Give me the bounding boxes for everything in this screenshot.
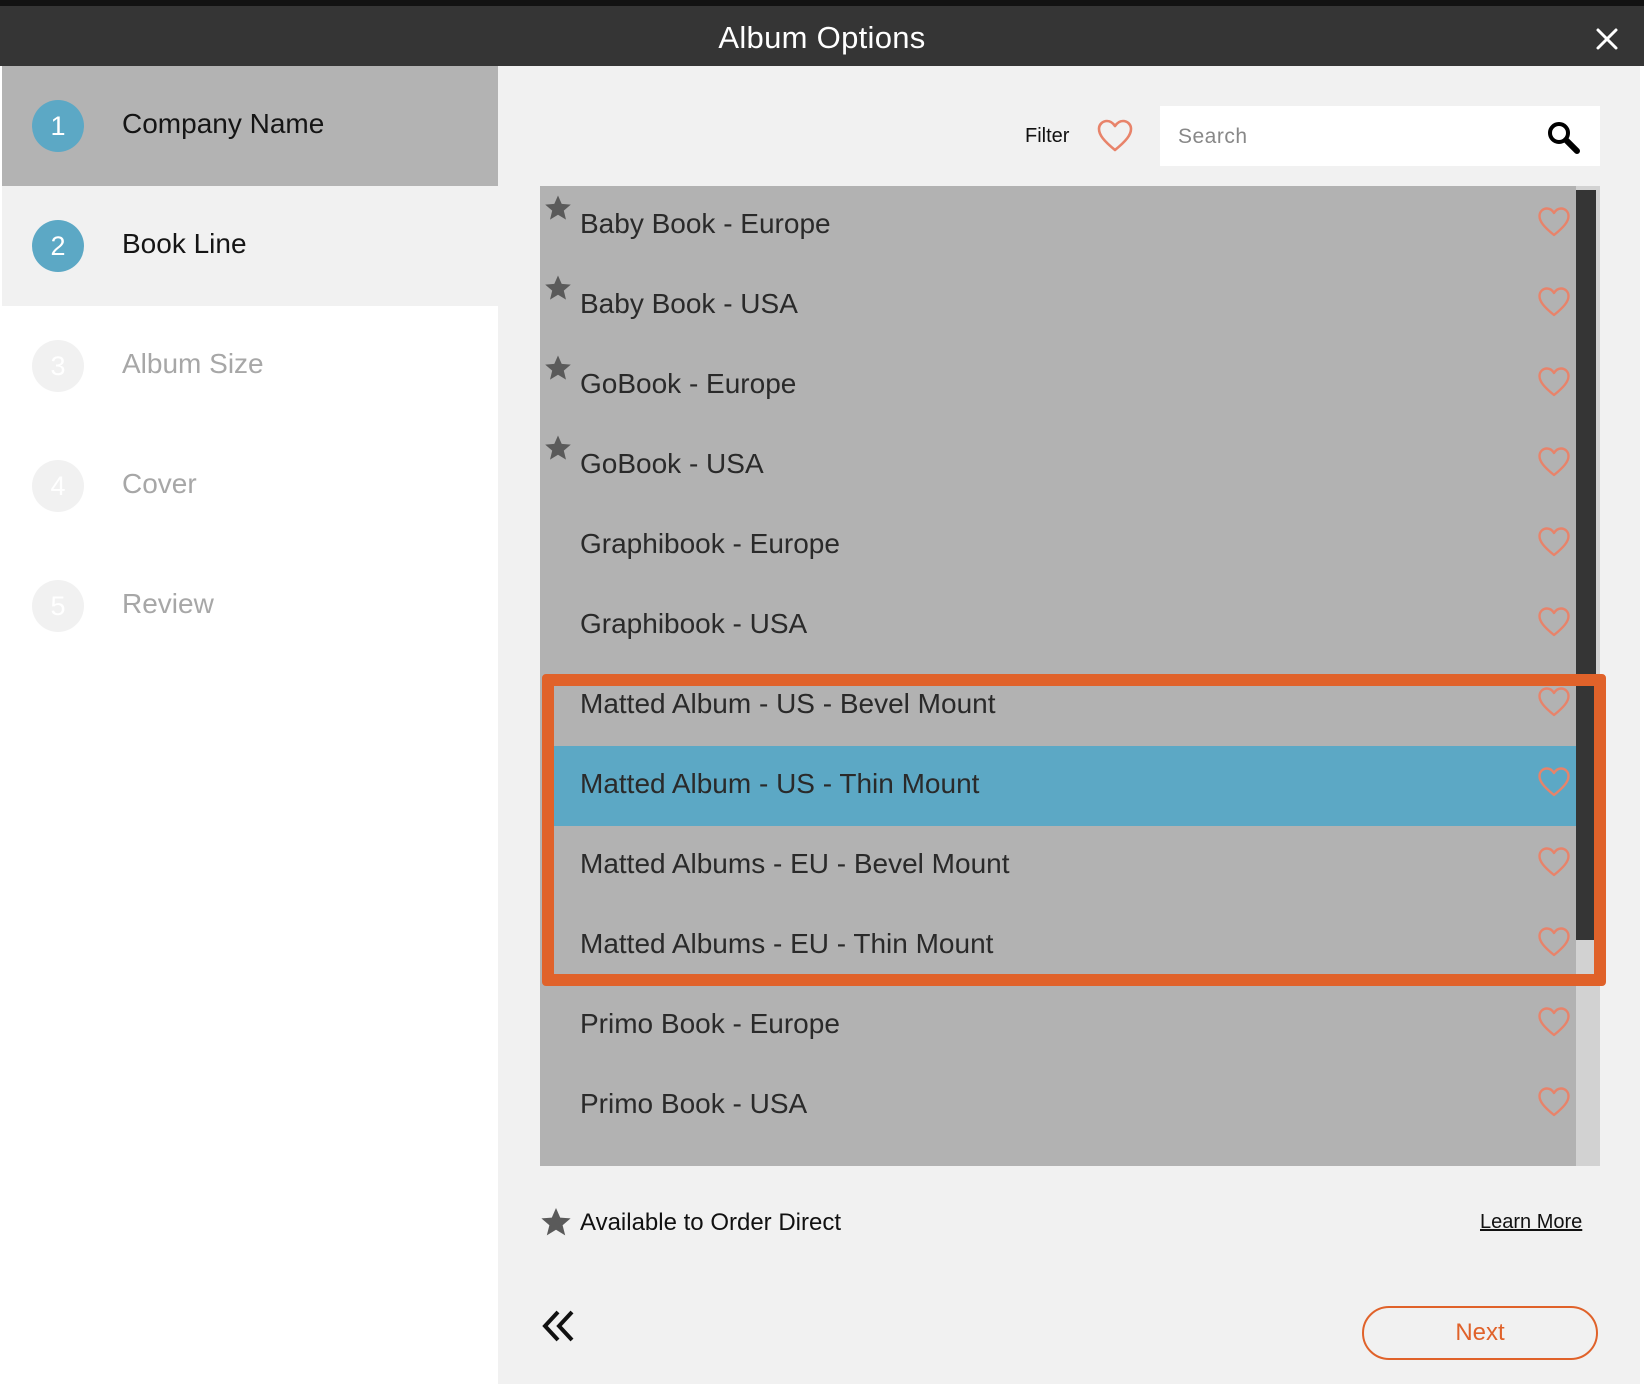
title-bar: Album Options	[0, 0, 1644, 66]
step-number: 2	[32, 220, 84, 272]
list-item-selected[interactable]: Matted Album - US - Thin Mount	[548, 746, 1576, 826]
star-icon	[545, 355, 571, 380]
step-label: Album Size	[122, 348, 264, 379]
list-item-label: Matted Album - US - Thin Mount	[580, 768, 980, 799]
list-item-label: Primo Book - Europe	[580, 1008, 840, 1039]
list-item[interactable]: Graphibook - Europe	[540, 506, 1576, 586]
heart-icon[interactable]	[1537, 926, 1571, 958]
heart-icon[interactable]	[1537, 846, 1571, 878]
star-icon	[545, 435, 571, 460]
heart-icon[interactable]	[1537, 446, 1571, 478]
list-item[interactable]: GoBook - Europe	[540, 346, 1576, 426]
list-item[interactable]: Baby Book - Europe	[540, 186, 1576, 266]
step-label: Book Line	[122, 228, 247, 259]
list-item[interactable]: Baby Book - USA	[540, 266, 1576, 346]
learn-more-link[interactable]: Learn More	[1480, 1211, 1582, 1234]
list-item[interactable]: Matted Albums - EU - Thin Mount	[540, 906, 1576, 986]
star-icon	[541, 1208, 571, 1236]
step-number: 4	[32, 460, 84, 512]
close-icon[interactable]	[1592, 24, 1622, 54]
list-item-label: GoBook - Europe	[580, 368, 797, 399]
steps-sidebar: 1 Company Name 2 Book Line 3 Album Size …	[2, 66, 498, 1384]
star-icon	[545, 275, 571, 300]
list-item[interactable]: Primo Book - USA	[540, 1066, 1576, 1146]
step-book-line[interactable]: 2 Book Line	[2, 186, 498, 306]
step-number: 3	[32, 340, 84, 392]
heart-icon[interactable]	[1537, 286, 1571, 318]
heart-icon[interactable]	[1537, 766, 1571, 798]
heart-icon[interactable]	[1537, 1086, 1571, 1118]
next-button[interactable]: Next	[1362, 1306, 1598, 1360]
step-label: Review	[122, 588, 214, 619]
list-item-label: Baby Book - Europe	[580, 208, 831, 239]
list-item-label: Matted Album - US - Bevel Mount	[580, 688, 996, 719]
list-item[interactable]: Matted Albums - EU - Bevel Mount	[540, 826, 1576, 906]
list-item-label: Graphibook - Europe	[580, 528, 840, 559]
list-item-label: GoBook - USA	[580, 448, 764, 479]
double-chevron-left-icon[interactable]	[540, 1306, 580, 1346]
heart-icon[interactable]	[1537, 366, 1571, 398]
legend-text: Available to Order Direct	[580, 1209, 841, 1236]
search-box	[1160, 106, 1600, 168]
dialog-title: Album Options	[718, 20, 926, 55]
list-item[interactable]: Matted Album - US - Bevel Mount	[540, 666, 1576, 746]
step-number: 1	[32, 100, 84, 152]
book-line-list: Primo Book - USA Primo Book - Europe Matte…	[540, 186, 1600, 1166]
filter-label: Filter	[1025, 125, 1070, 147]
star-icon	[545, 195, 571, 220]
step-number: 5	[32, 580, 84, 632]
step-label: Company Name	[122, 108, 325, 139]
step-label: Cover	[122, 468, 197, 499]
search-icon[interactable]	[1546, 120, 1580, 154]
heart-icon[interactable]	[1537, 686, 1571, 718]
list-item-label: Primo Book - USA	[580, 1088, 808, 1119]
heart-icon[interactable]	[1537, 206, 1571, 238]
list-item[interactable]: Graphibook - USA	[540, 586, 1576, 666]
list-item-label: Matted Albums - EU - Bevel Mount	[580, 848, 1010, 879]
heart-icon[interactable]	[1537, 1006, 1571, 1038]
list-item-label: Matted Albums - EU - Thin Mount	[580, 928, 994, 959]
step-album-size: 3 Album Size	[2, 306, 498, 426]
heart-icon[interactable]	[1096, 118, 1134, 154]
step-review: 5 Review	[2, 546, 498, 666]
search-input[interactable]	[1160, 106, 1540, 168]
heart-icon[interactable]	[1537, 606, 1571, 638]
main-panel: Filter Primo Book - USA Primo Book - Euro…	[498, 66, 1640, 1384]
list-item-label: Graphibook - USA	[580, 608, 808, 639]
step-cover: 4 Cover	[2, 426, 498, 546]
step-company-name[interactable]: 1 Company Name	[2, 66, 498, 186]
list-item-label: Baby Book - USA	[580, 288, 798, 319]
list-item[interactable]: Primo Book - Europe	[540, 986, 1576, 1066]
heart-icon[interactable]	[1537, 526, 1571, 558]
list-item[interactable]: GoBook - USA	[540, 426, 1576, 506]
scrollbar-thumb[interactable]	[1576, 190, 1596, 940]
